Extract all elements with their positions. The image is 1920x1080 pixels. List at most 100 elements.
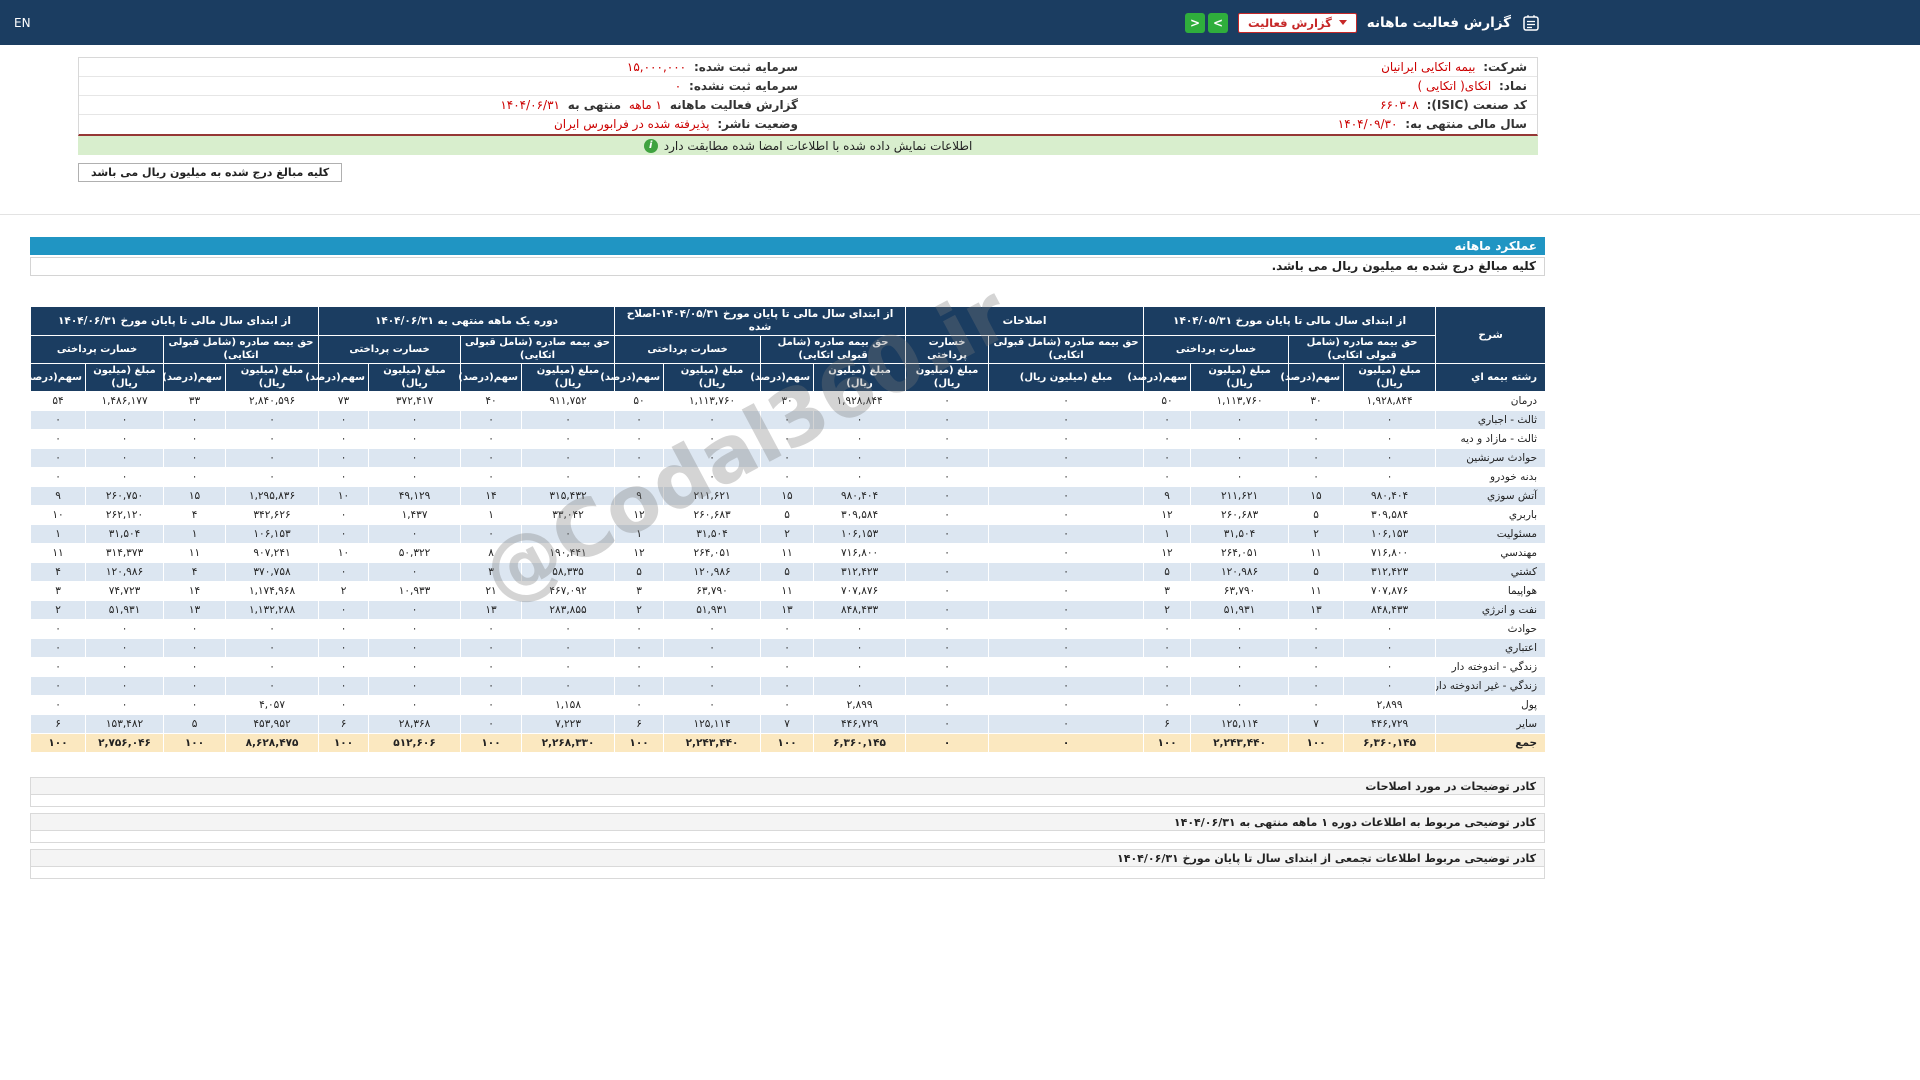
- value-cell: ۰: [761, 639, 814, 658]
- value-cell: ۰: [906, 601, 989, 620]
- value-cell: ۰: [989, 411, 1144, 430]
- value-cell: ۰: [31, 620, 86, 639]
- value-cell: ۰: [814, 677, 906, 696]
- value-cell: ۰: [1344, 411, 1436, 430]
- value-cell: ۰: [615, 677, 664, 696]
- value-cell: ۰: [814, 658, 906, 677]
- value-cell: ۰: [906, 715, 989, 734]
- value-cell: ۱: [164, 525, 226, 544]
- table-total-row: جمع۶,۳۶۰,۱۴۵۱۰۰۲,۲۴۳,۴۴۰۱۰۰۰۰۶,۳۶۰,۱۴۵۱۰…: [31, 734, 1546, 753]
- value-cell: ۰: [906, 658, 989, 677]
- value-cell: ۶,۳۶۰,۱۴۵: [1344, 734, 1436, 753]
- language-toggle[interactable]: EN: [14, 16, 31, 30]
- value-cell: ۰: [522, 468, 615, 487]
- value-cell: ۹۸۰,۴۰۴: [814, 487, 906, 506]
- value-cell: ۰: [369, 677, 461, 696]
- col-group-ytd-0631: از ابتدای سال مالی تا پایان مورخ ۱۴۰۴/۰۶…: [31, 307, 319, 336]
- table-row: اعتباري۰۰۰۰۰۰۰۰۰۰۰۰۰۰۰۰۰۰: [31, 639, 1546, 658]
- topbar: گزارش فعالیت ماهانه گزارش فعالیت < > EN: [0, 0, 1920, 45]
- value-cell: ۰: [31, 639, 86, 658]
- value-cell: ۴,۰۵۷: [226, 696, 319, 715]
- adjustments-comment-label: کادر توضیحات در مورد اصلاحات: [30, 777, 1545, 795]
- value-cell: ۱: [31, 525, 86, 544]
- value-cell: ۱۲: [615, 544, 664, 563]
- value-cell: ۰: [1289, 620, 1344, 639]
- value-cell: ۴۵۳,۹۵۲: [226, 715, 319, 734]
- prev-report-button[interactable]: <: [1208, 13, 1228, 33]
- adjustments-comment-box: [30, 795, 1545, 807]
- isic-label: کد صنعت (ISIC):: [1427, 98, 1527, 112]
- value-cell: ۰: [989, 715, 1144, 734]
- info-col-left: سرمایه ثبت شده: ۱۵,۰۰۰,۰۰۰ سرمایه ثبت نش…: [79, 58, 808, 134]
- next-report-button[interactable]: >: [1185, 13, 1205, 33]
- value-cell: ۱۰۰: [31, 734, 86, 753]
- insurance-line-label: ثالث - اجباري: [1436, 411, 1546, 430]
- issuer-status-row: وضعیت ناشر: پذیرفته شده در فرابورس ایران: [79, 115, 808, 134]
- value-cell: ۴۴۶,۷۲۹: [814, 715, 906, 734]
- value-cell: ۵: [761, 563, 814, 582]
- value-cell: ۱,۴۸۶,۱۷۷: [86, 392, 164, 411]
- value-cell: ۰: [989, 601, 1144, 620]
- unit-note-bar: کلیه مبالغ درج شده به میلیون ریال می باش…: [30, 257, 1545, 276]
- value-cell: ۰: [319, 563, 369, 582]
- col-sub-premium: حق بیمه صادره (شامل قبولی اتکایی): [761, 336, 906, 364]
- value-cell: ۲,۸۴۰,۵۹۶: [226, 392, 319, 411]
- col-sub-premium: حق بیمه صادره (شامل قبولی اتکایی): [1289, 336, 1436, 364]
- value-cell: ۱۰۰: [164, 734, 226, 753]
- table-row: زندگي - غیر اندوخته دار۰۰۰۰۰۰۰۰۰۰۰۰۰۰۰۰۰…: [31, 677, 1546, 696]
- value-cell: ۰: [989, 658, 1144, 677]
- table-row: سایر۴۴۶,۷۲۹۷۱۲۵,۱۱۴۶۰۰۴۴۶,۷۲۹۷۱۲۵,۱۱۴۶۷,…: [31, 715, 1546, 734]
- value-cell: ۰: [1289, 696, 1344, 715]
- value-cell: ۰: [164, 449, 226, 468]
- value-cell: ۰: [761, 658, 814, 677]
- value-cell: ۰: [814, 468, 906, 487]
- col-leaf-share: سهم(درصد): [1144, 364, 1191, 392]
- value-cell: ۷۳: [319, 392, 369, 411]
- value-cell: ۰: [761, 696, 814, 715]
- value-cell: ۰: [164, 658, 226, 677]
- value-cell: ۰: [226, 468, 319, 487]
- value-cell: ۰: [164, 411, 226, 430]
- page-title: گزارش فعالیت ماهانه: [1367, 15, 1511, 31]
- col-sub-claims: خسارت پرداختی: [31, 336, 164, 364]
- value-cell: ۱۰: [319, 487, 369, 506]
- table-row: بدنه خودرو۰۰۰۰۰۰۰۰۰۰۰۰۰۰۰۰۰۰: [31, 468, 1546, 487]
- value-cell: ۰: [1289, 449, 1344, 468]
- value-cell: ۳۰۹,۵۸۴: [814, 506, 906, 525]
- report-navigation: < >: [1185, 13, 1228, 33]
- value-cell: ۰: [86, 696, 164, 715]
- value-cell: ۰: [814, 411, 906, 430]
- value-cell: ۰: [989, 563, 1144, 582]
- value-cell: ۰: [31, 658, 86, 677]
- value-cell: ۹۱۱,۷۵۲: [522, 392, 615, 411]
- value-cell: ۱۵۳,۴۸۲: [86, 715, 164, 734]
- value-cell: ۰: [319, 658, 369, 677]
- value-cell: ۰: [1289, 468, 1344, 487]
- value-cell: ۱: [1144, 525, 1191, 544]
- value-cell: ۱۳: [461, 601, 522, 620]
- value-cell: ۰: [86, 658, 164, 677]
- value-cell: ۰: [615, 468, 664, 487]
- table-row: حوادث سرنشین۰۰۰۰۰۰۰۰۰۰۰۰۰۰۰۰۰۰: [31, 449, 1546, 468]
- table-row: هواپیما۷۰۷,۸۷۶۱۱۶۳,۷۹۰۳۰۰۷۰۷,۸۷۶۱۱۶۳,۷۹۰…: [31, 582, 1546, 601]
- value-cell: ۰: [226, 677, 319, 696]
- monthly-performance-section: عملکرد ماهانه کلیه مبالغ درج شده به میلی…: [30, 237, 1545, 753]
- value-cell: ۰: [522, 677, 615, 696]
- value-cell: ۰: [906, 487, 989, 506]
- report-period-mid: منتهی به: [568, 98, 621, 112]
- col-leaf-amount: مبلغ (میلیون ریال): [369, 364, 461, 392]
- report-type-dropdown[interactable]: گزارش فعالیت: [1238, 13, 1357, 33]
- col-leaf-share: سهم(درصد): [164, 364, 226, 392]
- value-cell: ۶: [1144, 715, 1191, 734]
- value-cell: ۰: [1344, 468, 1436, 487]
- value-cell: ۰: [164, 677, 226, 696]
- table-row: باربري۳۰۹,۵۸۴۵۲۶۰,۶۸۳۱۲۰۰۳۰۹,۵۸۴۵۲۶۰,۶۸۳…: [31, 506, 1546, 525]
- col-leaf-share: سهم(درصد): [319, 364, 369, 392]
- value-cell: ۰: [906, 449, 989, 468]
- value-cell: ۲۸,۳۶۸: [369, 715, 461, 734]
- value-cell: ۰: [814, 430, 906, 449]
- col-leaf-share: سهم(درصد): [615, 364, 664, 392]
- issuer-status-value: پذیرفته شده در فرابورس ایران: [554, 117, 710, 131]
- value-cell: ۵۰,۳۲۲: [369, 544, 461, 563]
- value-cell: ۰: [369, 658, 461, 677]
